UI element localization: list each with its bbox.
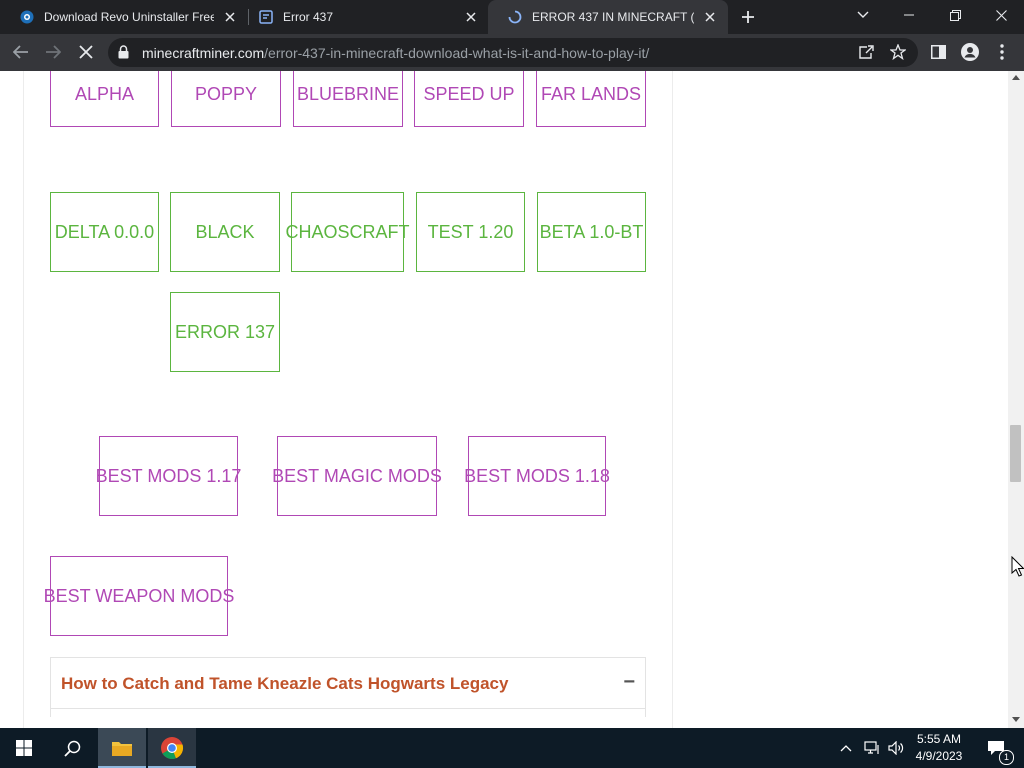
search-icon: [63, 740, 80, 757]
mods-link-best-magic-mods[interactable]: BEST MAGIC MODS: [272, 436, 442, 516]
side-panel-button[interactable]: [925, 39, 951, 65]
taskbar-search-button[interactable]: [48, 728, 96, 768]
tab-title: Download Revo Uninstaller Freew: [44, 10, 214, 24]
close-icon: [79, 45, 93, 59]
tab-revo-uninstaller[interactable]: Download Revo Uninstaller Freew: [0, 0, 248, 34]
version-link-black[interactable]: BLACK: [170, 192, 280, 272]
collapse-icon[interactable]: −: [623, 671, 635, 694]
folder-icon: [112, 742, 132, 756]
version-link-chaoscraft[interactable]: CHAOSCRAFT: [286, 192, 410, 272]
mods-link-best-weapon-mods[interactable]: BEST WEAPON MODS: [44, 556, 234, 636]
url-host: minecraftminer.com: [142, 45, 265, 61]
kebab-menu-icon: [1000, 44, 1004, 60]
loading-spinner-icon: [508, 10, 522, 24]
back-arrow-icon: [13, 45, 28, 59]
profile-button[interactable]: [957, 39, 983, 65]
clock-date: 4/9/2023: [915, 749, 963, 763]
accordion-header[interactable]: How to Catch and Tame Kneazle Cats Hogwa…: [51, 658, 645, 709]
show-hidden-icons-button[interactable]: [837, 728, 855, 768]
volume-button[interactable]: [885, 728, 907, 768]
scrollbar-thumb[interactable]: [1010, 425, 1021, 482]
scroll-down-icon[interactable]: [1012, 717, 1020, 722]
stop-loading-button[interactable]: [73, 39, 99, 65]
version-link-bluebrine[interactable]: BLUEBRINE: [293, 71, 403, 127]
share-icon: [859, 44, 874, 59]
action-center-button[interactable]: 1: [976, 728, 1016, 768]
minimize-button[interactable]: [886, 0, 932, 30]
tab-title: Error 437: [283, 10, 334, 24]
tab-error-437-minecraft[interactable]: ERROR 437 IN MINECRAFT (DOW: [488, 0, 728, 34]
side-panel-icon: [930, 45, 946, 59]
taskbar-chrome[interactable]: [148, 728, 196, 768]
speaker-icon: [887, 741, 903, 755]
tab-close-icon[interactable]: [702, 9, 718, 25]
back-button[interactable]: [8, 39, 34, 65]
document-icon: [259, 10, 273, 24]
profile-icon: [961, 43, 979, 61]
url-text[interactable]: minecraftminer.com/error-437-in-minecraf…: [142, 45, 649, 61]
mods-link-best-mods-1-18[interactable]: BEST MODS 1.18: [464, 436, 610, 516]
taskbar-clock[interactable]: 5:55 AM 4/9/2023: [912, 731, 966, 765]
close-icon: [995, 9, 1007, 21]
star-icon: [890, 44, 906, 60]
plus-icon: [742, 11, 754, 23]
bookmark-button[interactable]: [885, 39, 911, 65]
restore-icon: [949, 9, 961, 21]
minimize-icon: [904, 14, 914, 16]
page-viewport: ALPHA POPPY BLUEBRINE SPEED UP FAR LANDS…: [0, 71, 1008, 728]
version-link-delta[interactable]: DELTA 0.0.0: [50, 192, 159, 272]
mods-link-best-mods-1-17[interactable]: BEST MODS 1.17: [96, 436, 241, 516]
accordion-title[interactable]: How to Catch and Tame Kneazle Cats Hogwa…: [61, 674, 508, 694]
network-button[interactable]: [861, 728, 883, 768]
chevron-down-icon: [857, 11, 869, 18]
chevron-up-icon: [840, 745, 852, 752]
mouse-cursor-icon: [1011, 556, 1024, 577]
windows-logo-icon: [16, 740, 32, 756]
browser-tab-strip: Download Revo Uninstaller Freew Error 43…: [0, 0, 1024, 34]
forward-button[interactable]: [40, 39, 66, 65]
version-link-beta-1-0-bt[interactable]: BETA 1.0-BT: [537, 192, 646, 272]
restore-button[interactable]: [932, 0, 978, 30]
revo-icon: [20, 10, 34, 24]
new-tab-button[interactable]: [738, 7, 758, 27]
url-path: /error-437-in-minecraft-download-what-is…: [264, 45, 650, 61]
tab-error-437[interactable]: Error 437: [239, 0, 489, 34]
version-link-alpha[interactable]: ALPHA: [50, 71, 159, 127]
page-scrollbar[interactable]: [1008, 71, 1024, 728]
close-window-button[interactable]: [978, 0, 1024, 30]
version-link-poppy[interactable]: POPPY: [171, 71, 281, 127]
accordion: How to Catch and Tame Kneazle Cats Hogwa…: [50, 657, 646, 717]
tab-search-button[interactable]: [840, 0, 886, 30]
start-button[interactable]: [0, 728, 48, 768]
browser-toolbar: minecraftminer.com/error-437-in-minecraf…: [0, 34, 1024, 71]
menu-button[interactable]: [989, 39, 1015, 65]
version-link-error-137[interactable]: ERROR 137: [170, 292, 280, 372]
forward-arrow-icon: [46, 45, 61, 59]
network-icon: [863, 741, 879, 754]
notification-count-badge: 1: [999, 750, 1014, 765]
version-link-speed-up[interactable]: SPEED UP: [414, 71, 524, 127]
tab-title: ERROR 437 IN MINECRAFT (DOW: [532, 10, 694, 24]
share-button[interactable]: [853, 39, 879, 65]
windows-taskbar: 5:55 AM 4/9/2023 1: [0, 728, 1024, 768]
lock-icon[interactable]: [118, 45, 129, 59]
scroll-up-icon[interactable]: [1012, 75, 1020, 80]
clock-time: 5:55 AM: [916, 732, 962, 746]
version-link-test-1-20[interactable]: TEST 1.20: [416, 192, 525, 272]
tab-close-icon[interactable]: [463, 9, 479, 25]
version-link-far-lands[interactable]: FAR LANDS: [536, 71, 646, 127]
taskbar-file-explorer[interactable]: [98, 728, 146, 768]
tab-close-icon[interactable]: [222, 9, 238, 25]
address-bar[interactable]: minecraftminer.com/error-437-in-minecraf…: [108, 38, 918, 67]
chrome-icon: [161, 737, 184, 759]
